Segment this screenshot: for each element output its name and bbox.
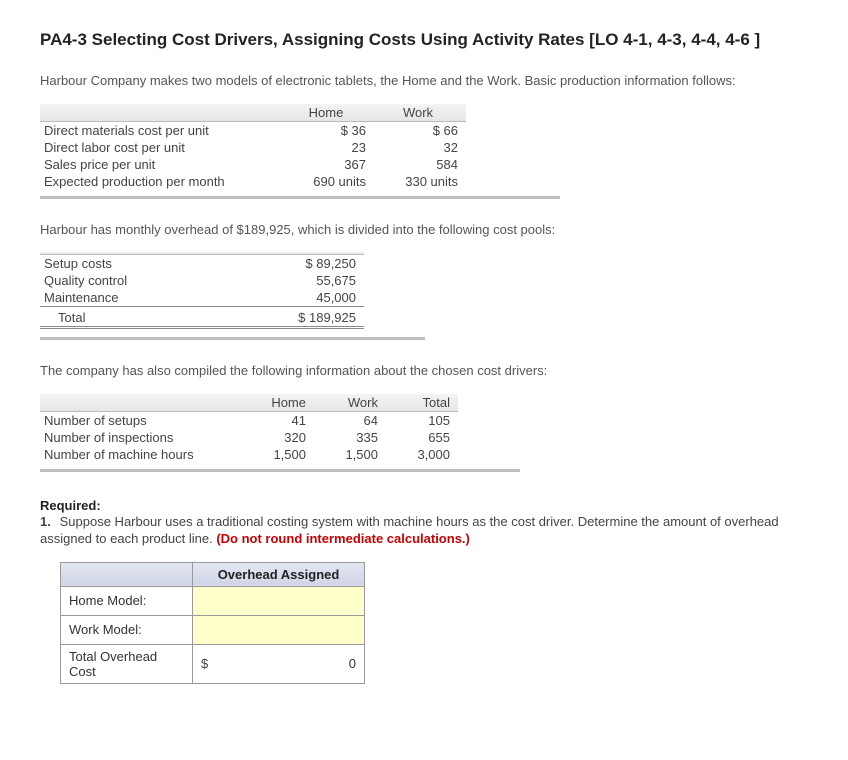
cell-value: 367 bbox=[282, 156, 374, 173]
section-rule bbox=[40, 337, 425, 340]
row-label: Direct labor cost per unit bbox=[40, 139, 282, 156]
cell-value: 55,675 bbox=[262, 272, 364, 289]
double-rule-row bbox=[40, 328, 364, 332]
cell-value: 330 units bbox=[374, 173, 466, 190]
table-row: Number of setups 41 64 105 bbox=[40, 411, 458, 429]
cell-value: 45,000 bbox=[262, 289, 364, 307]
work-model-label: Work Model: bbox=[61, 615, 193, 644]
answer-row-total: Total Overhead Cost $ 0 bbox=[61, 644, 365, 683]
total-overhead-label: Total Overhead Cost bbox=[61, 644, 193, 683]
cell-value: 3,000 bbox=[386, 446, 458, 463]
home-model-input[interactable] bbox=[193, 586, 365, 615]
work-model-input[interactable] bbox=[193, 615, 365, 644]
production-info-table: Home Work Direct materials cost per unit… bbox=[40, 104, 466, 190]
row-label: Quality control bbox=[40, 272, 262, 289]
col-header-work: Work bbox=[374, 104, 466, 122]
table-row: Direct materials cost per unit $ 36 $ 66 bbox=[40, 121, 466, 139]
total-row: Total $ 189,925 bbox=[40, 309, 364, 328]
cell-value: 335 bbox=[314, 429, 386, 446]
total-label: Total bbox=[40, 309, 262, 328]
table-row: Number of machine hours 1,500 1,500 3,00… bbox=[40, 446, 458, 463]
required-heading: Required: bbox=[40, 498, 808, 513]
col-header-home: Home bbox=[282, 104, 374, 122]
row-label: Direct materials cost per unit bbox=[40, 121, 282, 139]
cell-value: 41 bbox=[242, 411, 314, 429]
table-row: Number of inspections 320 335 655 bbox=[40, 429, 458, 446]
cell-value: 1,500 bbox=[242, 446, 314, 463]
cell-value: 655 bbox=[386, 429, 458, 446]
cell-value: $ 36 bbox=[282, 121, 374, 139]
drivers-paragraph: The company has also compiled the follow… bbox=[40, 362, 808, 380]
overhead-paragraph: Harbour has monthly overhead of $189,925… bbox=[40, 221, 808, 239]
section-rule bbox=[40, 196, 560, 199]
row-label: Maintenance bbox=[40, 289, 262, 307]
table-row: Maintenance 45,000 bbox=[40, 289, 364, 307]
table-row: Sales price per unit 367 584 bbox=[40, 156, 466, 173]
overhead-assigned-header: Overhead Assigned bbox=[193, 562, 365, 586]
cell-value: 1,500 bbox=[314, 446, 386, 463]
row-label: Number of inspections bbox=[40, 429, 242, 446]
col-header-home: Home bbox=[242, 394, 314, 412]
overhead-assigned-table: Overhead Assigned Home Model: Work Model… bbox=[60, 562, 365, 684]
table-row: Expected production per month 690 units … bbox=[40, 173, 466, 190]
blank-header bbox=[61, 562, 193, 586]
req-red-note: (Do not round intermediate calculations.… bbox=[216, 531, 470, 546]
section-rule bbox=[40, 469, 520, 472]
total-overhead-value: $ 0 bbox=[193, 644, 365, 683]
cost-pools-table: Setup costs $ 89,250 Quality control 55,… bbox=[40, 252, 364, 331]
table-row: Quality control 55,675 bbox=[40, 272, 364, 289]
req-number: 1. bbox=[40, 513, 56, 531]
cell-value: 320 bbox=[242, 429, 314, 446]
answer-row-home: Home Model: bbox=[61, 586, 365, 615]
cell-value: 690 units bbox=[282, 173, 374, 190]
blank-header bbox=[40, 104, 282, 122]
col-header-work: Work bbox=[314, 394, 386, 412]
row-label: Sales price per unit bbox=[40, 156, 282, 173]
dollar-sign: $ bbox=[201, 656, 208, 671]
total-value: $ 189,925 bbox=[262, 309, 364, 328]
cell-value: 32 bbox=[374, 139, 466, 156]
row-label: Number of machine hours bbox=[40, 446, 242, 463]
row-label: Expected production per month bbox=[40, 173, 282, 190]
row-label: Number of setups bbox=[40, 411, 242, 429]
cell-value: 584 bbox=[374, 156, 466, 173]
table-row: Direct labor cost per unit 23 32 bbox=[40, 139, 466, 156]
home-model-label: Home Model: bbox=[61, 586, 193, 615]
row-label: Setup costs bbox=[40, 255, 262, 273]
cell-value: 64 bbox=[314, 411, 386, 429]
cell-value: 105 bbox=[386, 411, 458, 429]
table-row: Setup costs $ 89,250 bbox=[40, 255, 364, 273]
intro-paragraph: Harbour Company makes two models of elec… bbox=[40, 72, 808, 90]
cell-value: $ 66 bbox=[374, 121, 466, 139]
page-title: PA4-3 Selecting Cost Drivers, Assigning … bbox=[40, 30, 808, 50]
requirement-1: 1. Suppose Harbour uses a traditional co… bbox=[40, 513, 808, 548]
col-header-total: Total bbox=[386, 394, 458, 412]
cell-value: 23 bbox=[282, 139, 374, 156]
cell-value: $ 89,250 bbox=[262, 255, 364, 273]
blank-header bbox=[40, 394, 242, 412]
answer-row-work: Work Model: bbox=[61, 615, 365, 644]
total-amount: 0 bbox=[349, 656, 356, 671]
cost-drivers-table: Home Work Total Number of setups 41 64 1… bbox=[40, 394, 458, 463]
